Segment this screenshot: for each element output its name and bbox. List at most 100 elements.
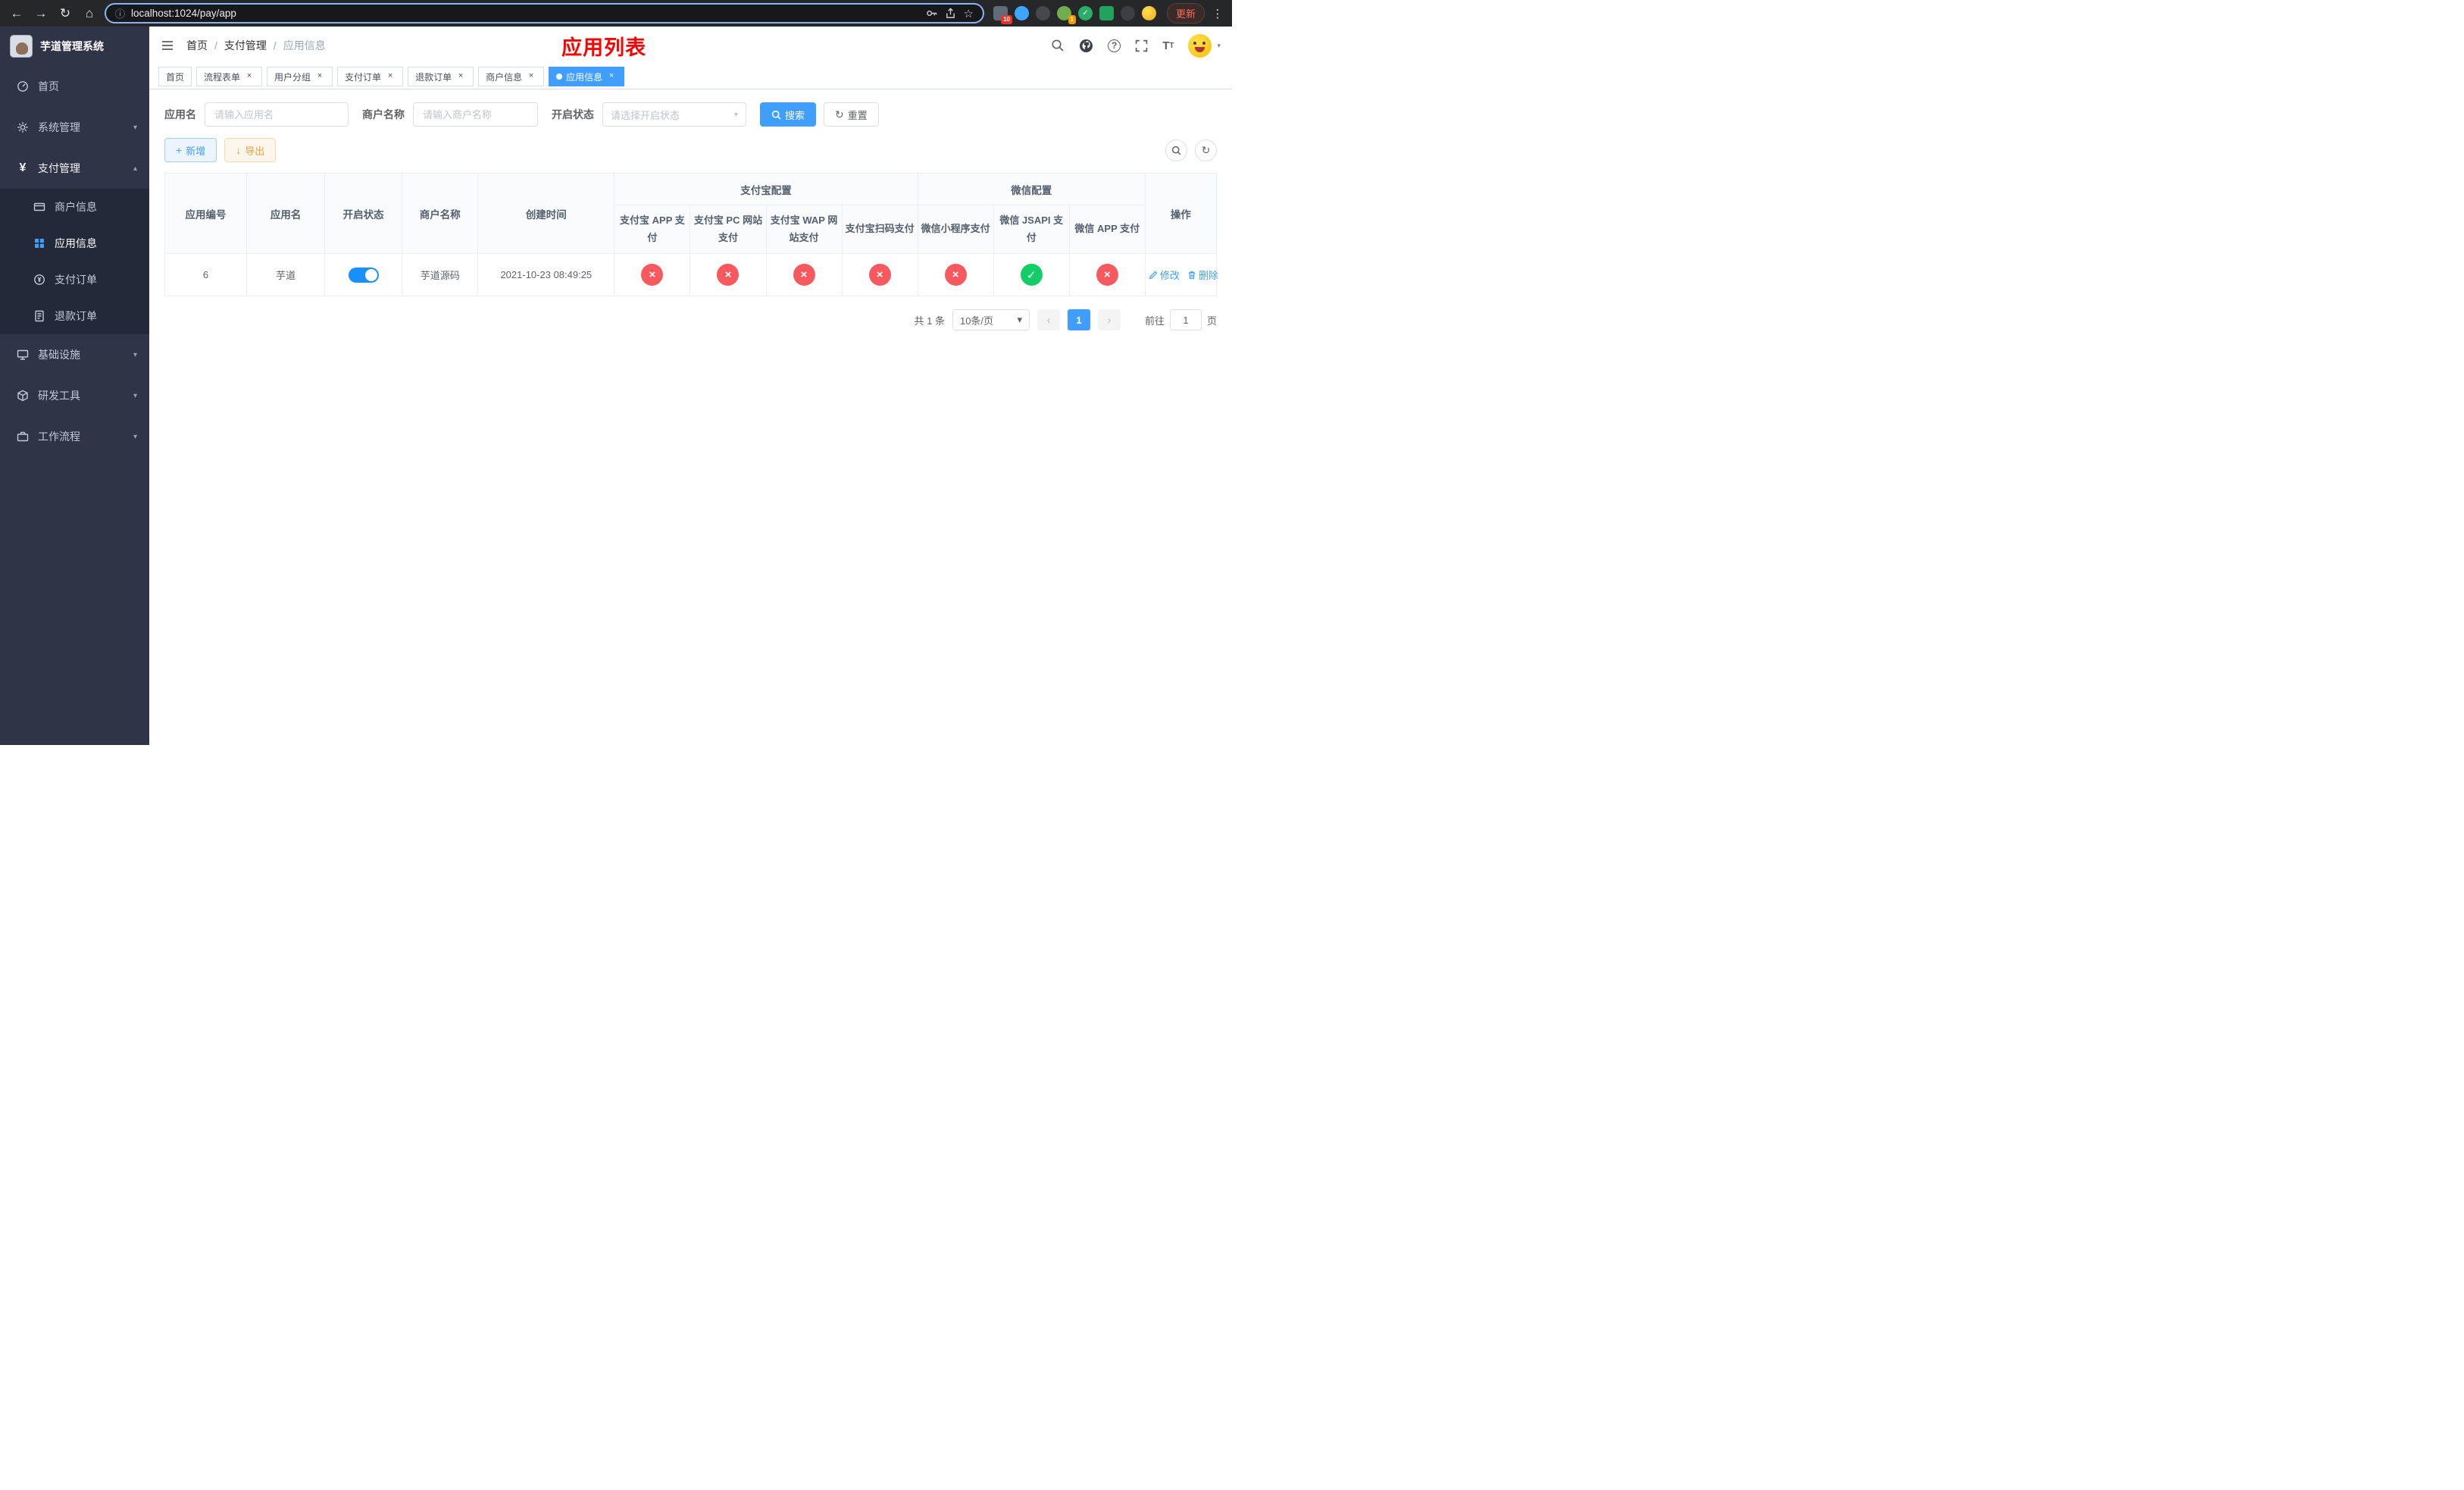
monitor-icon [17,349,29,360]
col-header-wx-jsapi: 微信 JSAPI 支付 [993,205,1070,254]
browser-forward-icon[interactable]: → [32,5,50,23]
font-size-big: T [1162,39,1170,52]
browser-home-icon[interactable]: ⌂ [80,5,98,23]
sidebar-item-home[interactable]: 首页 [0,66,149,107]
tab-user-group[interactable]: 用户分组 × [267,67,333,86]
cell-alipay-wap: × [765,253,843,296]
tab-pay-orders[interactable]: 支付订单 × [337,67,404,86]
extension-drop-icon[interactable] [1014,6,1029,20]
tab-close-icon[interactable]: × [455,71,466,82]
delete-button[interactable]: 删除 [1187,268,1218,282]
extension-green-icon[interactable] [1099,6,1114,20]
sidebar-item-label: 商户信息 [55,201,97,213]
sidebar-item-infra[interactable]: 基础设施 ▾ [0,334,149,375]
col-header-wx-app: 微信 APP 支付 [1068,205,1146,254]
sidebar-item-merchant-info[interactable]: 商户信息 [0,189,149,225]
add-button-label: 新增 [186,145,206,157]
bookmark-star-icon[interactable]: ☆ [964,7,974,20]
tab-label: 退款订单 [415,71,452,83]
emoji-extension-icon[interactable] [1141,6,1156,20]
tab-app-info[interactable]: 应用信息 × [549,67,625,86]
tab-process-form[interactable]: 流程表单 × [196,67,263,86]
browser-update-button[interactable]: 更新 [1166,3,1205,23]
edit-button[interactable]: 修改 [1149,268,1180,282]
col-header-alipay-qr: 支付宝扫码支付 [841,205,918,254]
refresh-table-button[interactable]: ↻ [1195,139,1217,161]
extension-dark-icon[interactable] [1035,6,1050,20]
reset-button[interactable]: ↻ 重置 [824,102,879,127]
sidebar-collapse-icon[interactable] [161,39,174,52]
tab-home[interactable]: 首页 [158,67,192,86]
url-text[interactable]: localhost:1024/pay/app [131,8,920,19]
chevron-down-icon: ▾ [133,432,137,441]
sidebar-item-label: 应用信息 [55,237,97,249]
col-header-wx-mini: 微信小程序支付 [917,205,994,254]
tab-close-icon[interactable]: × [385,71,396,82]
apps-table: 应用编号 应用名 开启状态 商户名称 创建时间 支付宝配置 微信配置 操作 支付… [164,173,1218,296]
avatar-caret-icon[interactable]: ▾ [1217,42,1221,50]
fullscreen-icon[interactable] [1135,39,1148,52]
share-icon[interactable] [945,8,956,19]
current-page-button[interactable]: 1 [1067,309,1090,330]
page-size-select[interactable]: 10条/页 ▾ [952,309,1030,330]
goto-page-input[interactable] [1169,309,1202,330]
extension-icon[interactable]: 1 [1056,6,1076,24]
sidebar-item-workflow[interactable]: 工作流程 ▾ [0,416,149,457]
tab-close-icon[interactable]: × [314,71,325,82]
status-select[interactable]: 请选择开启状态 ▾ [602,102,746,127]
search-icon [1171,146,1181,155]
download-icon: ↓ [236,144,242,156]
merchant-name-input[interactable] [413,102,538,127]
font-size-icon[interactable]: TT [1162,39,1174,52]
status-select-placeholder: 请选择开启状态 [611,109,680,121]
tab-label: 用户分组 [274,71,311,83]
table-row: 6 芋道 芋道源码 2021-10-23 08:49:25 × × × × × [164,253,1218,296]
chevron-down-icon: ▾ [133,391,137,400]
browser-back-icon[interactable]: ← [8,5,26,23]
tab-close-icon[interactable]: × [244,71,255,82]
prev-page-button[interactable]: ‹ [1037,309,1060,330]
cube-icon [17,390,28,402]
app-logo[interactable]: 芋道管理系统 [0,27,149,66]
navbar-actions: ? TT ▾ [1051,33,1221,58]
add-button[interactable]: + 新增 [164,138,217,162]
sidebar-item-label: 工作流程 [38,430,80,443]
chevron-down-icon: ▾ [1017,314,1022,325]
breadcrumb-home[interactable]: 首页 [186,38,208,53]
sidebar-item-pay-orders[interactable]: 支付订单 [0,261,149,298]
tab-close-icon[interactable]: × [606,71,617,82]
tab-label: 首页 [166,71,185,83]
sidebar-item-devtools[interactable]: 研发工具 ▾ [0,375,149,416]
wx-app-status-icon: × [1096,264,1118,286]
search-button[interactable]: 搜索 [760,102,817,127]
export-button[interactable]: ↓ 导出 [224,138,277,162]
breadcrumb-payment[interactable]: 支付管理 [224,38,267,53]
search-icon[interactable] [1051,39,1065,52]
cell-alipay-qr: × [841,253,918,296]
tab-refund-orders[interactable]: 退款订单 × [408,67,474,86]
password-key-icon[interactable] [926,8,937,19]
sidebar-item-refund-orders[interactable]: 退款订单 [0,298,149,334]
site-info-icon[interactable]: ⓘ [115,6,125,20]
toggle-search-button[interactable] [1165,139,1187,161]
puzzle-extension-icon[interactable] [1120,6,1135,20]
status-toggle[interactable] [348,267,379,283]
cell-status [324,253,403,296]
tab-close-icon[interactable]: × [526,71,536,82]
browser-menu-icon[interactable]: ⋮ [1211,7,1224,20]
app-name-input[interactable] [205,102,349,127]
wx-mini-status-icon: × [944,264,967,286]
user-avatar[interactable] [1188,33,1212,58]
address-bar[interactable]: ⓘ localhost:1024/pay/app ☆ [105,3,984,23]
github-icon[interactable] [1079,39,1093,53]
wechat-extension-icon[interactable]: ✓ [1077,6,1093,20]
sidebar-item-payment[interactable]: ¥ 支付管理 ▴ [0,148,149,189]
browser-reload-icon[interactable]: ↻ [56,5,74,23]
sidebar-item-system[interactable]: 系统管理 ▾ [0,107,149,148]
next-page-button[interactable]: › [1097,309,1121,330]
help-icon[interactable]: ? [1108,39,1121,52]
extension-icon[interactable]: 10 [993,6,1012,24]
tab-merchant-info[interactable]: 商户信息 × [478,67,545,86]
alipay-wap-status-icon: × [793,264,815,286]
sidebar-item-app-info[interactable]: 应用信息 [0,225,149,261]
